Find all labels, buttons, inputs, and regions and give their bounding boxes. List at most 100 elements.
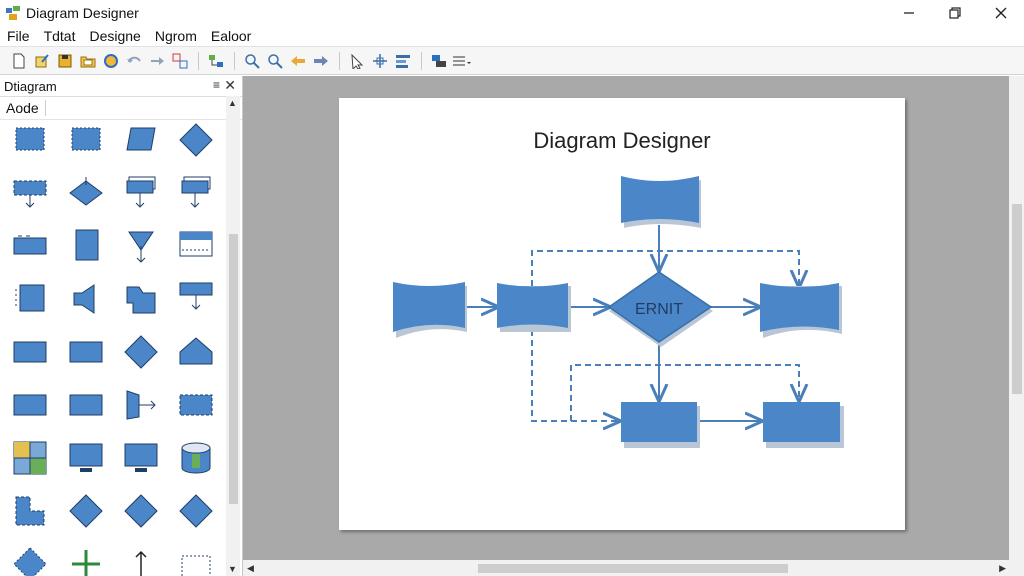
palette-shape-item[interactable] [66, 544, 106, 576]
palette-shape-item[interactable] [10, 385, 50, 425]
panel-scroll-thumb[interactable] [229, 234, 238, 504]
palette-shape-item[interactable] [121, 279, 161, 319]
menu-designe[interactable]: Designe [82, 28, 147, 44]
panel-subheader: Aode [0, 97, 242, 120]
palette-shape-item[interactable] [121, 173, 161, 213]
palette-shape-item[interactable] [10, 226, 50, 266]
palette-shape-item[interactable] [176, 120, 216, 160]
window-controls [886, 0, 1024, 26]
save-button[interactable] [54, 50, 76, 72]
move-icon [373, 53, 387, 68]
left-input-shape[interactable] [393, 282, 465, 332]
pointer-button[interactable] [346, 50, 368, 72]
palette-shape-item[interactable] [10, 173, 50, 213]
zoom-out-button[interactable] [264, 50, 286, 72]
align-button[interactable] [392, 50, 414, 72]
palette-shape-item[interactable] [121, 385, 161, 425]
palette-shape-item[interactable] [66, 279, 106, 319]
process-shape[interactable] [497, 283, 568, 328]
dashed-connector[interactable] [531, 330, 619, 421]
workspace-vscroll-thumb[interactable] [1012, 204, 1022, 394]
undo-button[interactable] [123, 50, 145, 72]
toolbar-separator [198, 51, 199, 70]
diagram-page[interactable]: Diagram Designer ERNIT [339, 98, 905, 530]
edit-icon [35, 53, 49, 67]
wide-rectangle-icon [13, 394, 47, 416]
scroll-down-icon[interactable]: ▼ [228, 564, 237, 574]
palette-shape-item[interactable] [121, 332, 161, 372]
palette-shape-item[interactable] [10, 544, 50, 576]
palette-shape-item[interactable] [66, 173, 106, 213]
edit-button[interactable] [31, 50, 53, 72]
menu-ealoor[interactable]: Ealoor [204, 28, 258, 44]
decision-label[interactable]: ERNIT [635, 301, 683, 318]
maximize-button[interactable] [932, 0, 978, 26]
palette-shape-item[interactable] [10, 438, 50, 478]
workspace-horizontal-scrollbar[interactable]: ◀ ▶ [243, 560, 1024, 576]
panel-close-icon[interactable]: ✕ [224, 77, 236, 94]
color-fill-button[interactable] [100, 50, 122, 72]
palette-shape-item[interactable] [66, 226, 106, 266]
palette-shape-item[interactable] [66, 332, 106, 372]
open-folder-button[interactable] [77, 50, 99, 72]
scroll-left-icon[interactable]: ◀ [247, 563, 254, 574]
palette-shape-item[interactable] [121, 491, 161, 531]
palette-shape-item[interactable] [66, 491, 106, 531]
palette-shape-item[interactable] [121, 544, 161, 576]
menu-ngrom[interactable]: Ngrom [148, 28, 204, 44]
scroll-right-icon[interactable]: ▶ [999, 563, 1006, 574]
top-process-shape[interactable] [621, 176, 699, 223]
arrow-right-button[interactable] [310, 50, 332, 72]
line-style-button[interactable] [451, 50, 473, 72]
palette-shape-item[interactable] [176, 438, 216, 478]
connector-button[interactable] [205, 50, 227, 72]
bottom-process-shape[interactable] [621, 402, 697, 442]
panel-scrollbar[interactable]: ▲ ▼ [226, 96, 240, 576]
palette-shape-item[interactable] [176, 279, 216, 319]
new-document-button[interactable] [8, 50, 30, 72]
palette-shape-item[interactable] [10, 332, 50, 372]
grid-table-icon [13, 441, 47, 475]
palette-shape-item[interactable] [176, 332, 216, 372]
panel-category-label[interactable]: Aode [6, 100, 46, 116]
zoom-in-button[interactable] [241, 50, 263, 72]
house-shape-icon [179, 337, 213, 365]
group-button[interactable] [169, 50, 191, 72]
rectangle-dashed-icon [71, 127, 101, 151]
redo-icon [151, 56, 164, 65]
right-output-shape[interactable] [760, 283, 839, 332]
palette-shape-item[interactable] [10, 120, 50, 160]
workspace-hscroll-thumb[interactable] [478, 564, 788, 573]
palette-shape-item[interactable] [176, 173, 216, 213]
palette-shape-item[interactable] [66, 120, 106, 160]
bottom-right-shape[interactable] [763, 402, 840, 442]
palette-shape-item[interactable] [66, 385, 106, 425]
palette-shape-item[interactable] [10, 279, 50, 319]
palette-shape-item[interactable] [10, 491, 50, 531]
redo-button[interactable] [146, 50, 168, 72]
arrow-left-button[interactable] [287, 50, 309, 72]
window-title: Diagram Designer [26, 5, 139, 21]
menu-file[interactable]: File [0, 28, 37, 44]
palette-shape-item[interactable] [121, 120, 161, 160]
layers-button[interactable] [428, 50, 450, 72]
tall-rectangle-icon [75, 229, 99, 261]
menu-tdtat[interactable]: Tdtat [37, 28, 83, 44]
parallelogram-icon [126, 127, 156, 151]
palette-shape-item[interactable] [176, 226, 216, 266]
workspace-vertical-scrollbar[interactable] [1009, 76, 1024, 560]
minimize-button[interactable] [886, 0, 932, 26]
workspace: Diagram Designer ERNIT [243, 76, 1009, 560]
palette-shape-item[interactable] [176, 385, 216, 425]
palette-shape-item[interactable] [121, 438, 161, 478]
panel-menu-icon[interactable]: ≡ [213, 78, 220, 92]
palette-shape-item[interactable] [121, 226, 161, 266]
scroll-up-icon[interactable]: ▲ [228, 98, 237, 108]
panel-title: Dtiagram [4, 78, 57, 94]
palette-shape-item[interactable] [176, 491, 216, 531]
wide-rectangle-icon [13, 341, 47, 363]
close-button[interactable] [978, 0, 1024, 26]
palette-shape-item[interactable] [66, 438, 106, 478]
palette-shape-item[interactable] [176, 544, 216, 576]
move-button[interactable] [369, 50, 391, 72]
